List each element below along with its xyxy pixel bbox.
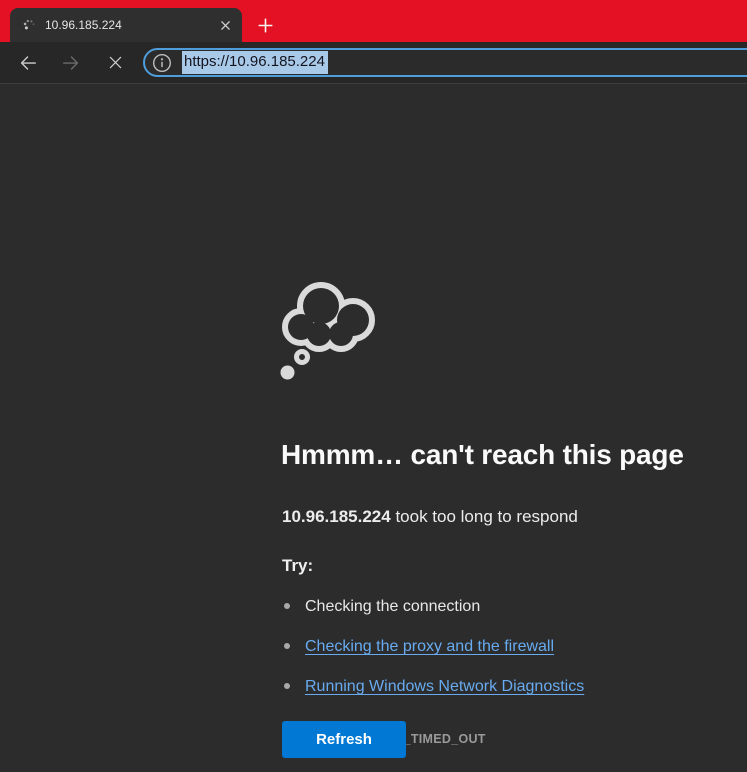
- back-arrow-icon: [17, 52, 39, 74]
- try-label: Try:: [282, 555, 313, 577]
- failed-host: 10.96.185.224: [282, 507, 391, 526]
- list-item: Running Windows Network Diagnostics: [281, 677, 584, 697]
- subtitle-text: took too long to respond: [391, 507, 578, 526]
- error-page: Hmmm… can't reach this page 10.96.185.22…: [0, 84, 747, 772]
- back-button[interactable]: [13, 48, 43, 78]
- thought-cloud-icon: [279, 282, 379, 382]
- browser-tab[interactable]: 10.96.185.224: [10, 8, 242, 42]
- suggestion-text: Checking the connection: [305, 598, 480, 615]
- browser-window: 10.96.185.224: [0, 0, 747, 772]
- page-subtitle: 10.96.185.224 took too long to respond: [282, 506, 578, 528]
- suggestion-list: Checking the connection Checking the pro…: [281, 597, 584, 717]
- bullet-icon: [284, 603, 290, 609]
- proxy-firewall-link[interactable]: Checking the proxy and the firewall: [305, 638, 554, 655]
- stop-x-icon: [106, 53, 125, 72]
- plus-icon: [257, 17, 274, 34]
- site-info-icon[interactable]: [152, 53, 172, 73]
- network-diagnostics-link[interactable]: Running Windows Network Diagnostics: [305, 678, 584, 695]
- navigation-toolbar: https://10.96.185.224: [0, 42, 747, 84]
- tab-close-icon[interactable]: [216, 16, 234, 34]
- page-title: Hmmm… can't reach this page: [281, 437, 684, 473]
- tab-strip: 10.96.185.224: [0, 0, 747, 42]
- list-item: Checking the connection: [281, 597, 584, 617]
- url-input[interactable]: https://10.96.185.224: [182, 51, 328, 74]
- list-item: Checking the proxy and the firewall: [281, 637, 584, 657]
- refresh-button[interactable]: Refresh: [282, 721, 406, 758]
- bullet-icon: [284, 683, 290, 689]
- stop-button[interactable]: [100, 48, 130, 78]
- loading-spinner-icon: [22, 18, 36, 32]
- tab-title: 10.96.185.224: [45, 18, 216, 32]
- bullet-icon: [284, 643, 290, 649]
- address-bar[interactable]: https://10.96.185.224: [143, 48, 747, 77]
- forward-arrow-icon: [60, 52, 82, 74]
- new-tab-button[interactable]: [250, 10, 280, 40]
- forward-button[interactable]: [56, 48, 86, 78]
